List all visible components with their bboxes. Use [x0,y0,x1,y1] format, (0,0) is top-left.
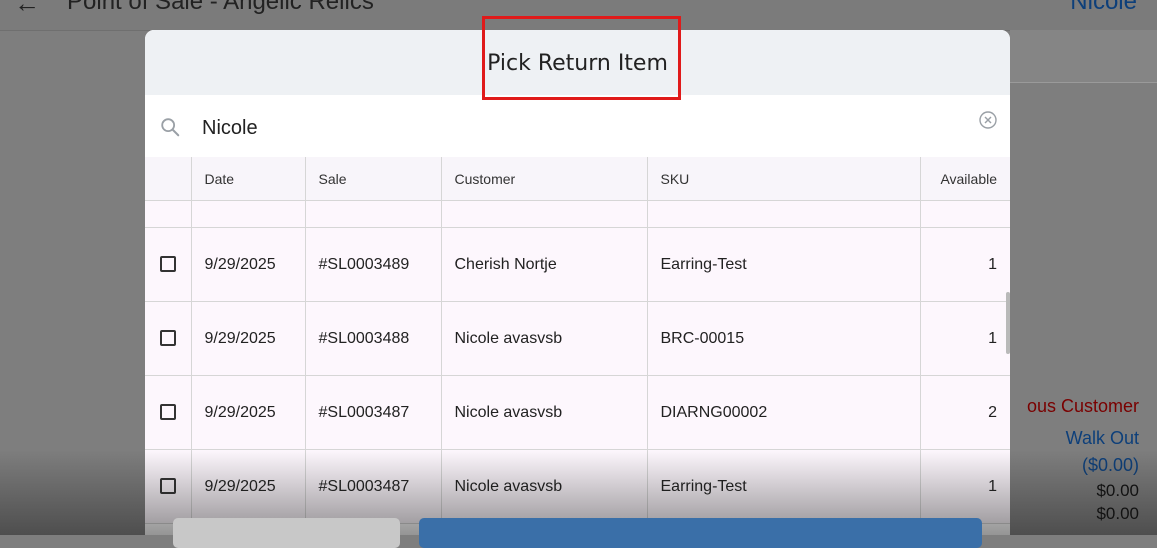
cell-sku: DIARNG00002 [647,375,921,450]
cell-date: 9/29/2025 [191,375,306,450]
user-name[interactable]: Nicole [1070,0,1137,16]
header-date[interactable]: Date [191,157,306,201]
cell-available: 2 [920,375,1010,450]
cell-customer: Nicole avasvsb [441,301,648,376]
cell-sku: Earring-Test [647,227,921,302]
pick-return-item-dialog: Pick Return Item Date Sale Customer SKU … [145,30,1010,535]
row-checkbox[interactable] [160,330,176,347]
header-available[interactable]: Available [920,157,1010,201]
dialog-header: Pick Return Item [145,30,1010,95]
header-sale[interactable]: Sale [305,157,442,201]
table-scrollbar[interactable] [1006,292,1010,354]
cell-customer: Nicole avasvsb [441,375,648,450]
cell-date: 9/29/2025 [191,227,306,302]
app-title: Point of Sale - Angelic Relics [67,0,374,15]
table-row[interactable]: 9/29/2025 #SL0003488 Nicole avasvsb BRC-… [145,301,1010,376]
table-row[interactable]: 9/29/2025 #SL0003487 Nicole avasvsb DIAR… [145,375,1010,450]
cell-available: 1 [920,301,1010,376]
search-icon [161,118,180,137]
background-panel-strip [1010,30,1157,83]
table-row-partial [145,200,1010,228]
cell-available: 1 [920,227,1010,302]
row-checkbox[interactable] [160,404,176,421]
cell-sale: #SL0003489 [305,227,442,302]
return-items-table: Date Sale Customer SKU Available 9/29/20… [145,157,1010,524]
cancel-button[interactable] [173,518,400,548]
cell-customer: Cherish Nortje [441,227,648,302]
app-header: ← Point of Sale - Angelic Relics Nicole [0,0,1157,31]
row-checkbox[interactable] [160,256,176,273]
table-header-row: Date Sale Customer SKU Available [145,157,1010,201]
clear-circle-icon[interactable] [978,110,998,130]
cell-sale: #SL0003488 [305,301,442,376]
cell-sku: BRC-00015 [647,301,921,376]
amount-value-1: $0.00 [1096,481,1139,500]
amount-value-2: $0.00 [1096,504,1139,523]
cell-date: 9/29/2025 [191,449,306,524]
walk-out-link[interactable]: Walk Out [1066,428,1139,449]
cell-available: 1 [920,449,1010,524]
confirm-button[interactable] [419,518,982,548]
table-row[interactable]: 9/29/2025 #SL0003489 Cherish Nortje Earr… [145,227,1010,302]
header-select [145,157,192,201]
customer-label: ous Customer [1026,396,1139,416]
header-sku[interactable]: SKU [647,157,921,201]
cell-date: 9/29/2025 [191,301,306,376]
cell-sku: Earring-Test [647,449,921,524]
table-row[interactable]: 9/29/2025 #SL0003487 Nicole avasvsb Earr… [145,449,1010,524]
search-bar [145,95,1010,157]
dialog-title: Pick Return Item [487,51,668,76]
back-arrow-icon[interactable]: ← [14,0,40,19]
cell-sale: #SL0003487 [305,449,442,524]
search-input[interactable] [200,111,964,145]
row-checkbox[interactable] [160,478,176,495]
cell-sale: #SL0003487 [305,375,442,450]
cell-customer: Nicole avasvsb [441,449,648,524]
header-customer[interactable]: Customer [441,157,648,201]
amount-paren: ($0.00) [1081,455,1139,475]
